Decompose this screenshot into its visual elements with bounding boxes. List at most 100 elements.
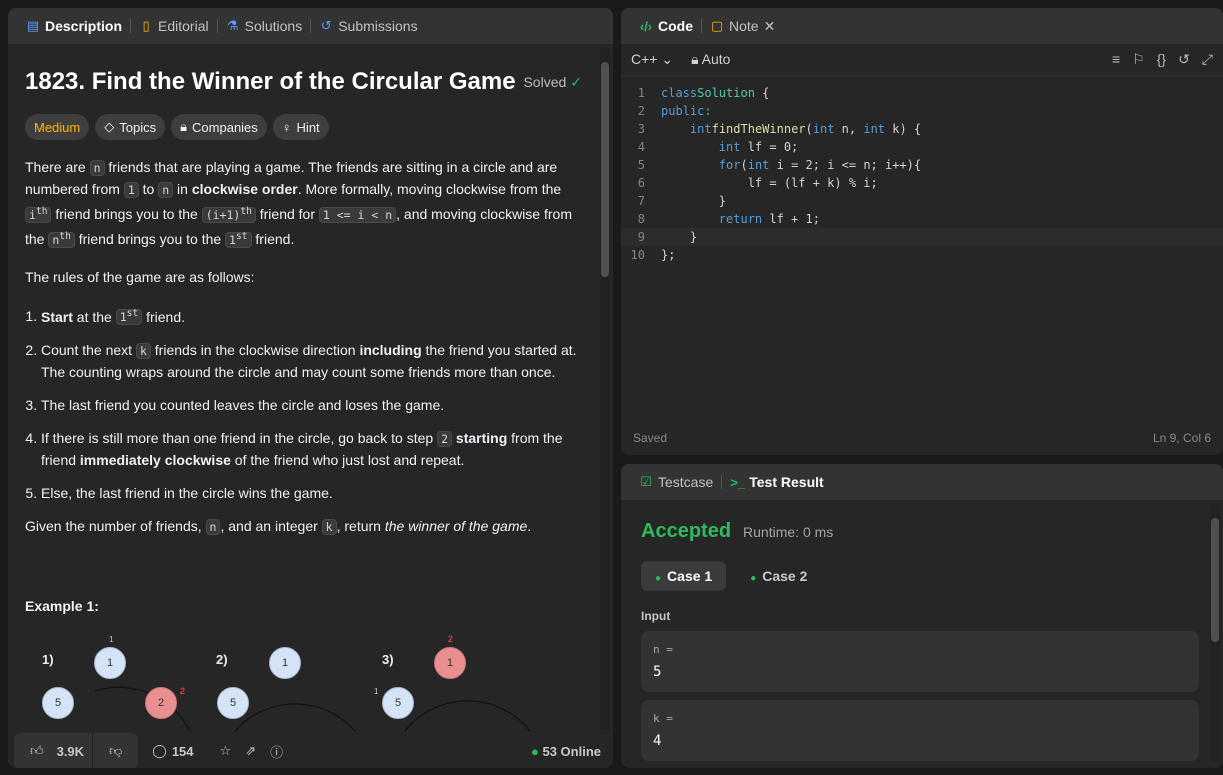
input-name: n = — [653, 643, 673, 656]
tab-separator — [216, 19, 218, 33]
given-paragraph: Given the number of friends, n, and an i… — [25, 518, 532, 536]
tab-testcase[interactable]: ☑ Testcase — [633, 474, 719, 490]
description-content: 1823. Find the Winner of the Circular Ga… — [8, 44, 598, 734]
format-icon[interactable]: ≡ — [1112, 51, 1120, 68]
input-name: k = — [653, 712, 673, 725]
comment-icon: ◯ — [152, 743, 167, 758]
tab-separator — [701, 19, 702, 33]
auto-mode[interactable]: 🔒︎ Auto — [691, 51, 730, 68]
problem-statement: There are n friends that are playing a g… — [25, 157, 582, 734]
case-tab-1[interactable]: ● Case 1 — [641, 561, 727, 591]
lightbulb-icon: ♀ — [281, 119, 292, 135]
braces-icon[interactable]: {} — [1157, 51, 1166, 68]
lock-icon: 🔒︎ — [180, 119, 188, 134]
expand-icon[interactable]: ⤢ — [1202, 51, 1213, 68]
list-item: The last friend you counted leaves the c… — [41, 395, 582, 416]
close-icon[interactable]: ✕ — [764, 18, 776, 35]
scrollbar-thumb[interactable] — [601, 62, 609, 277]
line-number: 10 — [630, 248, 645, 262]
list-item: Else, the last friend in the circle wins… — [41, 483, 582, 504]
line-number: 8 — [637, 212, 645, 226]
note-icon: ▢ — [710, 18, 724, 33]
step-label: 3) — [382, 652, 394, 668]
star-icon[interactable]: ☆ — [220, 743, 232, 759]
save-status: Saved — [633, 431, 668, 445]
vote-group: 👍︎ 3.9K 👎︎ — [14, 733, 139, 768]
thumbs-up-icon: 👍︎ — [30, 743, 44, 758]
like-button[interactable]: 👍︎ 3.9K — [14, 733, 92, 768]
description-panel: ▤ Description ▯ Editorial ⚗ Solutions ↺ … — [8, 8, 613, 768]
rules-list: Start at the 1st friend. Count the next … — [25, 304, 582, 505]
line-number: 4 — [637, 140, 645, 154]
line-number: 5 — [637, 158, 645, 172]
tab-separator — [130, 19, 132, 33]
test-result-panel: ☑ Testcase >_ Test Result Accepted Runti… — [621, 464, 1223, 768]
result-content: Accepted Runtime: 0 ms ● Case 1 ● Case 2 I… — [621, 500, 1223, 761]
list-item: Start at the 1st friend. — [41, 304, 582, 329]
input-value: 4 — [653, 733, 662, 749]
input-box: k = 4 — [641, 700, 1199, 761]
code-panel: ‹/› Code ▢ Note ✕ C++ ⌄ 🔒︎ Auto ≡ ⚐ {} ↺… — [621, 8, 1223, 455]
online-count: ● 53 Online — [530, 743, 601, 759]
dot-icon: ● — [750, 573, 757, 584]
line-number: 3 — [637, 122, 645, 136]
input-value: 5 — [653, 664, 662, 680]
online-dot-icon: ● — [530, 743, 539, 759]
tab-editorial[interactable]: ▯ Editorial — [133, 18, 215, 34]
description-icon: ▤ — [26, 18, 40, 33]
history-icon: ↺ — [320, 18, 332, 33]
check-box-icon: ☑ — [640, 474, 652, 489]
book-icon: ▯ — [142, 18, 150, 33]
code-icon: ‹/› — [639, 18, 653, 34]
line-number: 9 — [637, 230, 645, 244]
tab-description[interactable]: ▤ Description — [20, 18, 128, 34]
topics-chip[interactable]: ◇ Topics — [95, 114, 166, 140]
tab-note[interactable]: ▢ Note ✕ — [704, 18, 781, 35]
line-number: 7 — [637, 194, 645, 208]
list-item: If there is still more than one friend i… — [41, 428, 582, 471]
description-scrollbar[interactable] — [600, 48, 610, 730]
reset-icon[interactable]: ↺ — [1178, 51, 1190, 68]
problem-title[interactable]: 1823. Find the Winner of the Circular Ga… — [25, 68, 516, 96]
code-toolbar: C++ ⌄ 🔒︎ Auto ≡ ⚐ {} ↺ ⤢ — [621, 44, 1223, 76]
lock-icon: 🔒︎ — [691, 51, 699, 67]
hint-chip[interactable]: ♀ Hint — [272, 114, 329, 140]
example-diagram: 1) 1 1 5 2 2 2) 1 5 3) 2 1 1 5 — [25, 631, 582, 734]
solved-status: Solved ✓ — [523, 73, 582, 91]
difficulty-badge: Medium — [25, 114, 90, 140]
tab-code[interactable]: ‹/› Code — [633, 18, 699, 34]
help-icon[interactable]: ⓘ — [270, 742, 283, 761]
tab-separator — [310, 19, 312, 33]
line-number: 1 — [637, 86, 645, 100]
tab-solutions[interactable]: ⚗ Solutions — [220, 18, 309, 34]
tab-separator — [721, 475, 723, 489]
chevron-down-icon: ⌄ — [661, 51, 674, 67]
companies-chip[interactable]: 🔒︎ Companies — [171, 114, 267, 140]
dislike-button[interactable]: 👎︎ — [93, 733, 138, 768]
input-box: n = 5 — [641, 631, 1199, 692]
line-number: 2 — [637, 104, 645, 118]
check-circle-icon: ✓ — [570, 73, 582, 90]
problem-tags: Medium ◇ Topics 🔒︎ Companies ♀ Hint — [25, 114, 582, 140]
scrollbar-thumb[interactable] — [1211, 518, 1219, 642]
thumbs-down-icon: 👎︎ — [109, 743, 123, 758]
step-mark: 2 — [180, 686, 186, 697]
code-editor[interactable]: 1 class Solution { 2 public: 3 int findThe… — [621, 84, 1223, 264]
tab-test-result[interactable]: >_ Test Result — [724, 474, 829, 490]
bookmark-icon[interactable]: ⚐ — [1132, 51, 1145, 68]
case-tab-2[interactable]: ● Case 2 — [736, 561, 821, 591]
comments-button[interactable]: ◯ 154 — [152, 743, 193, 759]
dot-icon: ● — [655, 573, 662, 584]
list-item: Count the next k friends in the clockwis… — [41, 340, 582, 383]
step-label: 1) — [42, 652, 54, 668]
cursor-position: Ln 9, Col 6 — [1152, 431, 1211, 445]
description-footer: 👍︎ 3.9K 👎︎ ◯ 154 ☆ ⇗ ⓘ ● 53 Online — [8, 733, 613, 768]
editor-status-bar: Saved Ln 9, Col 6 — [633, 431, 1211, 445]
language-select[interactable]: C++ ⌄ — [631, 51, 673, 68]
runtime-text: Runtime: 0 ms — [743, 524, 834, 540]
tab-submissions[interactable]: ↺ Submissions — [313, 18, 423, 34]
share-icon[interactable]: ⇗ — [245, 743, 256, 759]
example-title: Example 1: — [25, 598, 99, 615]
result-scrollbar[interactable] — [1210, 504, 1220, 762]
result-status: Accepted — [641, 520, 732, 542]
